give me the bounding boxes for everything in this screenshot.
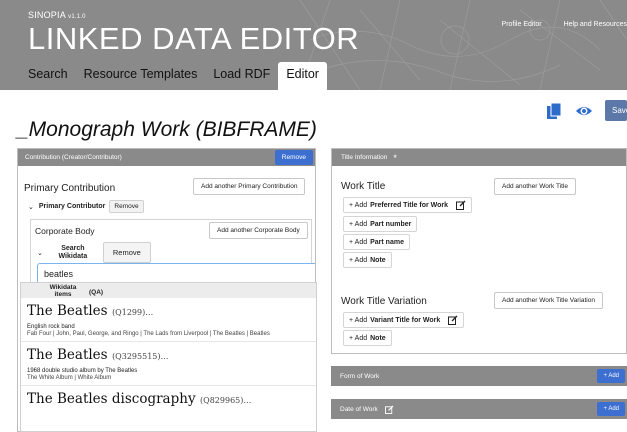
result-aliases: The White Album | White Album [27, 375, 112, 381]
required-marker: * [393, 152, 397, 163]
result-qid: (Q829965)… [200, 396, 252, 405]
help-resources-link[interactable]: Help and Resources [564, 21, 627, 28]
save-button[interactable]: Save [605, 100, 627, 121]
add-primary-contribution-button[interactable]: Add another Primary Contribution [193, 178, 306, 195]
contribution-panel-header: Contribution (Creator/Contributor) Remov… [18, 149, 315, 166]
add-variant-title-button[interactable]: + Add Variant Title for Work [343, 312, 465, 328]
result-title: The Beatles discography [27, 391, 196, 407]
brand: SINOPIA v1.1.0 [28, 10, 86, 20]
corporate-body-label: Corporate Body [35, 226, 95, 236]
tab-editor[interactable]: Editor [278, 62, 327, 90]
page-title: _Monograph Work (BIBFRAME) [17, 118, 317, 141]
add-part-number-button[interactable]: + Add Part number [343, 216, 418, 232]
add-preferred-title-button[interactable]: + Add Preferred Title for Work [343, 197, 473, 213]
result-aliases: Fab Four | John, Paul, George, and Ringo… [27, 331, 270, 337]
form-of-work-section: Form of Work + Add [331, 366, 627, 386]
add-work-title-button[interactable]: Add another Work Title [494, 178, 576, 195]
work-title-variation-label: Work Title Variation [341, 296, 427, 307]
chevron-down-icon[interactable]: ⌄ [37, 249, 43, 257]
date-of-work-label: Date of Work [340, 404, 394, 414]
result-item[interactable]: The Beatles discography (Q829965)… [21, 386, 316, 412]
preview-eye-icon[interactable] [575, 102, 593, 120]
result-title: The Beatles [27, 303, 108, 319]
tab-search[interactable]: Search [20, 62, 76, 90]
add-date-of-work-button[interactable]: + Add [597, 402, 625, 416]
profile-editor-link[interactable]: Profile Editor [502, 21, 542, 28]
search-wikidata-label: Search Wikidata [58, 244, 88, 260]
app-title: LINKED DATA EDITOR [28, 21, 360, 56]
add-variant-note-button[interactable]: + Add Note [343, 330, 392, 346]
add-note-button[interactable]: + Add Note [343, 252, 392, 268]
editor-toolbar: Save [545, 100, 627, 121]
copy-icon[interactable] [545, 102, 563, 120]
remove-contribution-button[interactable]: Remove [274, 150, 313, 165]
tab-resource-templates[interactable]: Resource Templates [76, 62, 206, 90]
nav-tabs: Search Resource Templates Load RDF Edito… [20, 62, 327, 90]
primary-contribution-label: Primary Contribution [24, 183, 116, 194]
result-qid: (Q1299)… [112, 308, 154, 317]
tab-load-rdf[interactable]: Load RDF [205, 62, 278, 90]
chevron-down-icon[interactable]: ⌄ [28, 203, 34, 211]
top-links: Profile Editor Help and Resources [482, 21, 627, 28]
result-item[interactable]: The Beatles (Q3295515)… 1968 double stud… [21, 342, 316, 386]
result-title: The Beatles [27, 347, 108, 363]
results-header: Wikidata items (QA) [21, 283, 316, 298]
work-title-label: Work Title [341, 181, 386, 192]
primary-contributor-label: Primary Contributor [38, 203, 106, 210]
result-item[interactable]: The Beatles (Q1299)… English rock band F… [21, 298, 316, 342]
lookup-results-dropdown: Wikidata items (QA) The Beatles (Q1299)…… [20, 282, 317, 432]
remove-primary-contributor-button[interactable]: Remove [109, 200, 144, 213]
remove-search-button[interactable]: Remove [102, 242, 151, 263]
edit-icon[interactable] [456, 200, 466, 210]
add-corporate-body-button[interactable]: Add another Corporate Body [209, 222, 308, 239]
form-of-work-label: Form of Work [340, 372, 380, 380]
title-information-title: Title Information [341, 154, 388, 161]
contribution-panel-title: Contribution (Creator/Contributor) [25, 154, 122, 161]
result-description: 1968 double studio album by The Beatles [27, 368, 138, 374]
edit-icon[interactable] [448, 315, 458, 325]
add-work-title-variation-button[interactable]: Add another Work Title Variation [494, 292, 603, 309]
search-wikidata-row: ⌄ Search Wikidata Remove [37, 242, 151, 263]
wikidata-search-input[interactable] [37, 263, 315, 284]
primary-contributor-row: ⌄ Primary Contributor Remove [28, 200, 144, 213]
result-qid: (Q3295515)… [112, 352, 169, 361]
edit-icon[interactable] [384, 404, 394, 414]
app-header: SINOPIA v1.1.0 LINKED DATA EDITOR Profil… [0, 0, 627, 90]
add-part-name-button[interactable]: + Add Part name [343, 234, 410, 250]
title-information-header: Title Information * [332, 149, 626, 166]
title-information-panel: Title Information * Work Title Add anoth… [331, 148, 627, 354]
results-source-label: Wikidata items [49, 284, 77, 298]
add-form-of-work-button[interactable]: + Add [597, 369, 625, 383]
results-source-count: (QA) [89, 289, 104, 296]
result-description: English rock band [27, 324, 75, 330]
date-of-work-section: Date of Work + Add [331, 399, 627, 419]
